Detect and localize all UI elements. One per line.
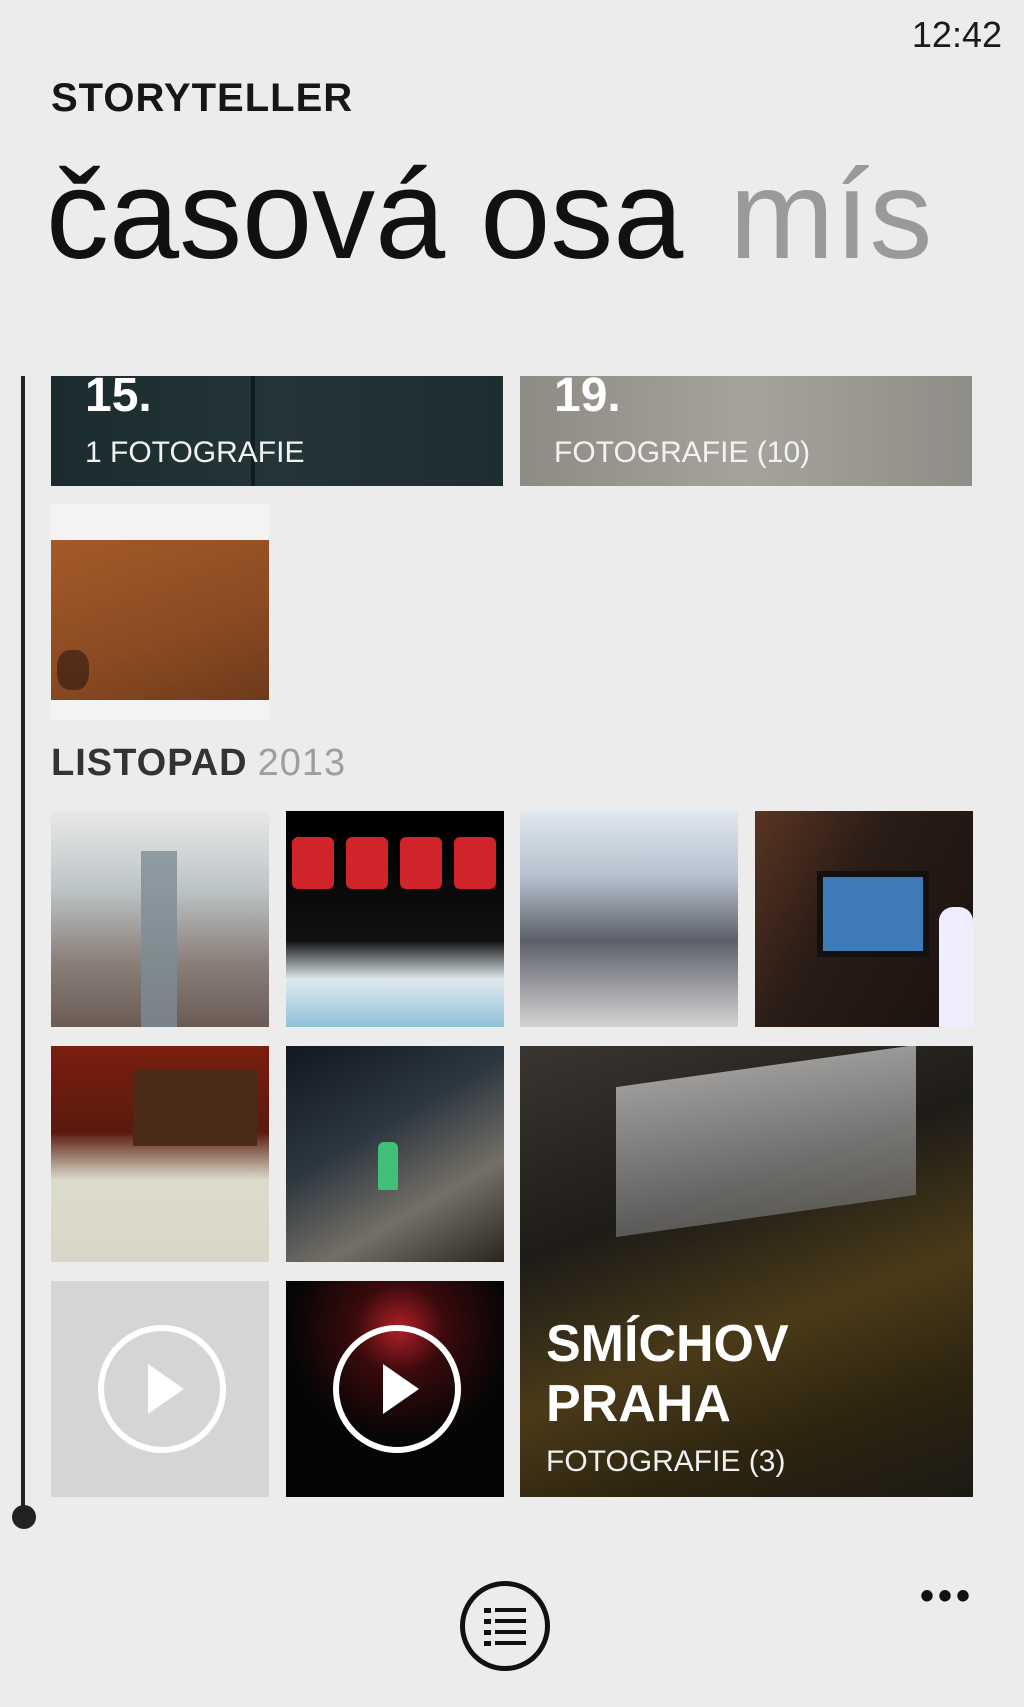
place-name: SMÍCHOV PRAHA bbox=[546, 1314, 966, 1434]
photo-content bbox=[346, 837, 388, 889]
play-icon bbox=[333, 1325, 461, 1453]
pivot-item-next[interactable]: mís bbox=[729, 144, 932, 285]
place-name-line2: PRAHA bbox=[546, 1375, 731, 1433]
place-photo-count: FOTOGRAFIE (3) bbox=[546, 1445, 786, 1478]
pivot-header: časová osa mís bbox=[46, 140, 932, 290]
photo-content bbox=[141, 851, 177, 1027]
photo-content bbox=[133, 1070, 257, 1146]
day-tile-15[interactable]: 15. 1 FOTOGRAFIE bbox=[51, 376, 503, 486]
video-thumbnail[interactable] bbox=[51, 1281, 269, 1497]
photo-thumbnail[interactable] bbox=[286, 811, 504, 1027]
status-time: 12:42 bbox=[911, 14, 1002, 55]
pivot-item-active[interactable]: časová osa bbox=[46, 144, 683, 285]
photo-thumbnail[interactable] bbox=[51, 811, 269, 1027]
list-button[interactable] bbox=[460, 1581, 550, 1671]
play-icon-triangle bbox=[383, 1364, 419, 1414]
photo-thumbnail[interactable] bbox=[286, 1046, 504, 1262]
timeline-line bbox=[21, 376, 25, 1516]
photo-thumbnail[interactable] bbox=[51, 504, 269, 720]
photo-content bbox=[616, 1046, 916, 1238]
video-thumbnail[interactable] bbox=[286, 1281, 504, 1497]
year-label: 2013 bbox=[257, 742, 347, 784]
more-icon[interactable]: ••• bbox=[920, 1574, 974, 1619]
month-label: LISTOPAD bbox=[51, 742, 248, 784]
photo-thumbnail[interactable] bbox=[755, 811, 973, 1027]
photo-content bbox=[57, 650, 89, 690]
photo-thumbnail[interactable] bbox=[520, 811, 738, 1027]
day-photo-count: 1 FOTOGRAFIE bbox=[85, 436, 305, 469]
photo-thumbnail[interactable] bbox=[51, 1046, 269, 1262]
play-icon bbox=[98, 1325, 226, 1453]
photo-content bbox=[939, 907, 973, 1027]
list-icon bbox=[484, 1608, 526, 1646]
day-number: 19. bbox=[554, 376, 621, 422]
place-name-line1: SMÍCHOV bbox=[546, 1315, 789, 1373]
day-photo-count: FOTOGRAFIE (10) bbox=[554, 436, 811, 469]
day-tile-19[interactable]: 19. FOTOGRAFIE (10) bbox=[520, 376, 972, 486]
day-number: 15. bbox=[85, 376, 152, 422]
photo-content bbox=[817, 871, 929, 957]
play-icon-triangle bbox=[148, 1364, 184, 1414]
timeline-end-dot bbox=[12, 1505, 36, 1529]
place-tile[interactable]: SMÍCHOV PRAHA FOTOGRAFIE (3) bbox=[520, 1046, 973, 1497]
photo-content bbox=[292, 837, 334, 889]
month-header: LISTOPAD 2013 bbox=[51, 742, 346, 785]
app-title: STORYTELLER bbox=[51, 76, 354, 120]
photo-content bbox=[400, 837, 442, 889]
photo-content bbox=[454, 837, 496, 889]
photo-content bbox=[378, 1142, 398, 1190]
